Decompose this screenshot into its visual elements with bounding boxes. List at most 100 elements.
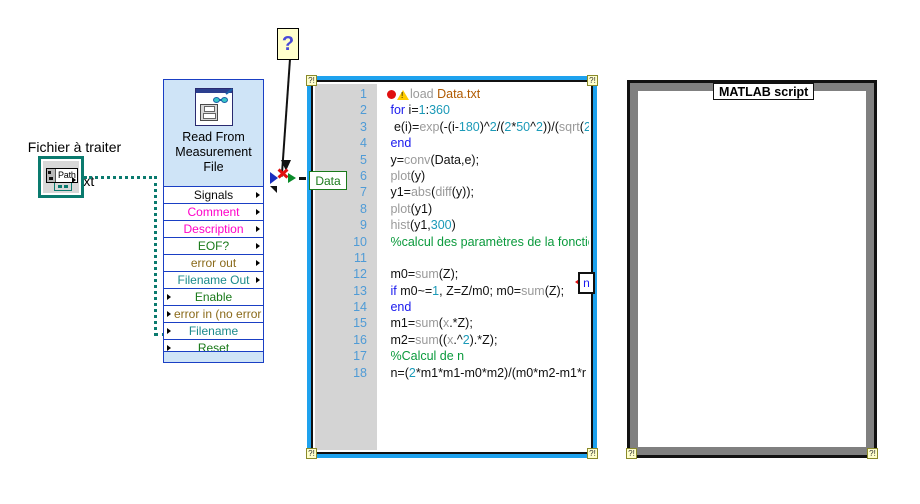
code-line[interactable]: 7 y1=abs(diff(y));: [315, 184, 589, 200]
matlab-script-frame: 1load Data.txt2 for i=1:3603 e(i)=exp(-(…: [311, 80, 593, 454]
terminal-arrow-icon: [167, 328, 171, 334]
code-line[interactable]: 17 %Calcul de n: [315, 348, 589, 364]
matlab-script-node-left[interactable]: 1load Data.txt2 for i=1:3603 e(i)=exp(-(…: [306, 75, 598, 459]
floppy-disk-icon: [199, 104, 218, 121]
vi-terminal-error-in-no-error[interactable]: error in (no error: [164, 305, 263, 322]
glasses-bridge-icon: [218, 99, 222, 101]
code-line-number: 10: [353, 234, 367, 249]
code-line-number: 15: [353, 316, 367, 331]
resize-handle-bottom-left-right-node[interactable]: ?!: [626, 448, 637, 459]
code-line-text: hist(y1,300): [390, 218, 456, 233]
resize-handle-top-right[interactable]: ?!: [587, 75, 598, 86]
matlab-script-node-right[interactable]: ?! ?!: [626, 80, 878, 459]
path-caret-icon: [72, 177, 76, 183]
read-measurement-file-icon: [194, 88, 233, 126]
code-line-text: y=conv(Data,e);: [387, 152, 480, 167]
terminal-arrow-icon: [167, 311, 171, 317]
code-line[interactable]: 8 plot(y1): [315, 201, 589, 217]
code-line[interactable]: 5 y=conv(Data,e);: [315, 152, 589, 168]
code-line-number: 4: [360, 136, 367, 151]
vi-terminal-signals[interactable]: Signals: [164, 186, 263, 203]
broken-wire-dash-1: [299, 177, 306, 180]
code-line-text: y1=abs(diff(y));: [387, 185, 474, 200]
vi-terminal-label: Filename Out: [177, 273, 250, 287]
terminal-arrow-icon: [167, 294, 171, 300]
folder-icon: [47, 169, 56, 182]
wire-dest-arrow-icon: [288, 173, 296, 183]
vi-terminal-eof[interactable]: EOF?: [164, 237, 263, 254]
vi-terminal-filename-out[interactable]: Filename Out: [164, 271, 263, 288]
code-line-number: 8: [360, 201, 367, 216]
code-line[interactable]: 9 hist(y1,300): [315, 217, 589, 233]
vi-terminal-filename[interactable]: Filename: [164, 322, 263, 339]
path-wire-segment-top[interactable]: [84, 176, 157, 182]
code-line[interactable]: 14 end: [315, 299, 589, 315]
code-line[interactable]: 16 m2=sum((x.^2).*Z);: [315, 332, 589, 348]
code-line-number: 11: [354, 250, 367, 265]
matlab-script-label: MATLAB script: [713, 83, 815, 100]
matlab-code-editor[interactable]: 1load Data.txt2 for i=1:3603 e(i)=exp(-(…: [315, 86, 589, 450]
code-line-number: 5: [360, 152, 367, 167]
help-question-icon[interactable]: ?: [277, 28, 299, 60]
vi-terminal-list: Signals Comment Description EOF? error out Fi…: [164, 186, 263, 356]
code-line-text: for i=1:360: [390, 103, 450, 118]
read-from-measurement-file-node[interactable]: Read From Measurement File Signals Commen…: [163, 79, 264, 363]
code-line[interactable]: 6 plot(y): [315, 168, 589, 184]
terminal-arrow-icon: [256, 260, 260, 266]
code-line[interactable]: 2 for i=1:360: [315, 102, 589, 118]
resize-handle-bottom-right-right-node[interactable]: ?!: [867, 448, 878, 459]
code-line[interactable]: 3 e(i)=exp(-(i-180)^2/(2*50^2))/(sqrt(2: [315, 119, 589, 135]
path-control[interactable]: Path: [38, 156, 84, 198]
matlab-script-frame-right: [630, 83, 874, 455]
terminal-stand-icon: [54, 183, 72, 191]
code-line-text: %calcul des paramètres de la fonctior: [390, 234, 589, 249]
code-line-text: m1=sum(x.*Z);: [387, 316, 473, 331]
vi-terminal-label: Signals: [193, 188, 234, 202]
path-control-body: Path: [43, 161, 79, 193]
code-line[interactable]: 1 load Data.txt: [315, 86, 589, 102]
terminal-arrow-icon: [256, 243, 260, 249]
code-line[interactable]: 18 n=(2*m1*m1-m0*m2)/(m0*m2-m1*r: [315, 365, 589, 381]
code-line[interactable]: 12 m0=sum(Z);: [315, 266, 589, 282]
vi-terminal-error-out[interactable]: error out: [164, 254, 263, 271]
code-line-number: 18: [353, 365, 367, 380]
terminal-arrow-icon: [256, 226, 260, 232]
resize-handle-top-left[interactable]: ?!: [306, 75, 317, 86]
code-line-number: 16: [353, 332, 367, 347]
glasses-lens-right-icon: [220, 97, 228, 103]
path-wire-segment-vertical[interactable]: [154, 176, 160, 336]
resize-handle-bottom-left[interactable]: ?!: [306, 448, 317, 459]
n-output-terminal[interactable]: n: [578, 272, 595, 294]
code-line-number: 9: [360, 218, 367, 233]
code-line-number: 13: [353, 283, 367, 298]
vi-terminal-description[interactable]: Description: [164, 220, 263, 237]
code-line[interactable]: 11: [315, 250, 589, 266]
path-input[interactable]: Path: [46, 168, 78, 183]
code-line-number: 3: [360, 119, 367, 134]
vi-terminal-comment[interactable]: Comment: [164, 203, 263, 220]
file-control-label-line1: Fichier à traiter: [27, 139, 122, 155]
code-line-text: end: [390, 136, 412, 151]
code-line[interactable]: 10 %calcul des paramètres de la fonctior: [315, 234, 589, 250]
data-input-terminal[interactable]: Data: [309, 171, 347, 190]
wire-source-arrow-icon: [270, 172, 278, 184]
resize-handle-bottom-right[interactable]: ?!: [587, 448, 598, 459]
code-line[interactable]: 4 end: [315, 135, 589, 151]
vi-terminal-enable[interactable]: Enable: [164, 288, 263, 305]
code-line-number: 17: [353, 349, 367, 364]
vi-terminal-label: error in (no error: [174, 307, 262, 321]
code-line-text: plot(y): [390, 168, 426, 183]
vi-node-title: Read From Measurement File: [175, 130, 252, 174]
vi-terminal-label: Enable: [194, 290, 233, 304]
vi-terminal-label: Description: [183, 222, 244, 236]
code-line-text: %Calcul de n: [390, 349, 465, 364]
code-line-text: plot(y1): [390, 201, 433, 216]
code-line-number: 14: [353, 300, 367, 315]
terminal-arrow-icon: [256, 277, 260, 283]
code-line-text: m2=sum((x.^2).*Z);: [387, 332, 498, 347]
code-line[interactable]: 15 m1=sum(x.*Z);: [315, 315, 589, 331]
vi-terminal-label: EOF?: [197, 239, 230, 253]
vi-node-footer: [164, 351, 263, 362]
code-line[interactable]: 13 if m0~=1, Z=Z/m0; m0=sum(Z);: [315, 283, 589, 299]
